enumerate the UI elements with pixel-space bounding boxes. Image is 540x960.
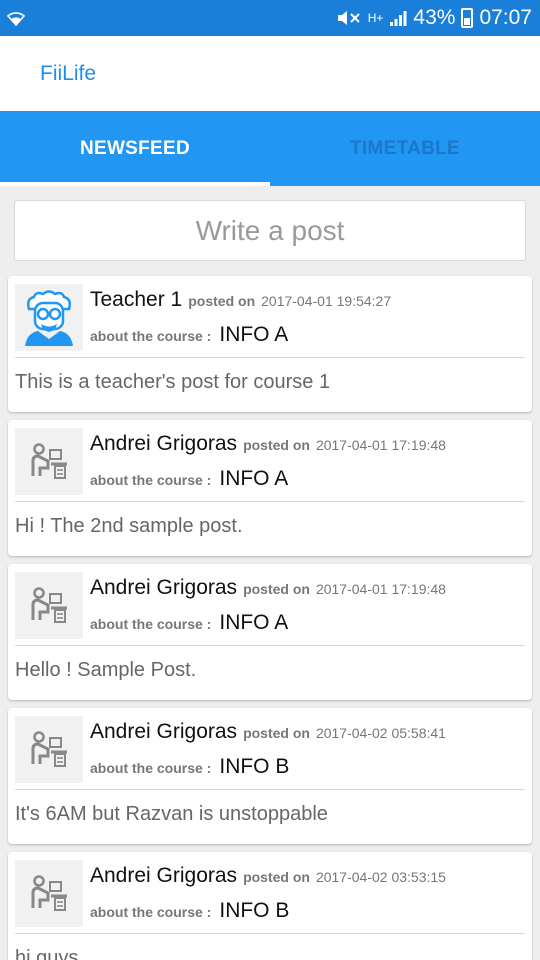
post-text: This is a teacher's post for course 1 xyxy=(15,371,331,393)
battery-icon xyxy=(461,8,474,28)
course-name: INFO A xyxy=(219,611,289,634)
student-avatar xyxy=(15,572,83,639)
tab-newsfeed[interactable]: NEWSFEED xyxy=(0,111,270,186)
course-name: INFO A xyxy=(219,323,289,346)
post-card[interactable]: Teacher 1 posted on 2017-04-01 19:54:27 ab… xyxy=(8,276,532,412)
student-desk-icon xyxy=(31,874,67,911)
student-avatar xyxy=(15,716,83,783)
wifi-icon xyxy=(6,12,26,27)
post-card[interactable]: Andrei Grigoras posted on 2017-04-01 17:19… xyxy=(8,420,532,556)
post-text: hi guys xyxy=(15,947,79,960)
student-desk-icon xyxy=(31,586,67,623)
course-label: about the course : xyxy=(90,616,212,632)
post-date: 2017-04-02 03:53:15 xyxy=(315,869,446,885)
student-avatar xyxy=(15,860,83,927)
app-title: FiiLife xyxy=(40,62,97,85)
posted-on-label: posted on xyxy=(188,293,256,309)
clock: 07:07 xyxy=(479,6,532,29)
posted-on-label: posted on xyxy=(243,869,310,885)
status-bar: H+ 43% 07:07 xyxy=(0,0,540,36)
course-name: INFO B xyxy=(219,755,290,778)
student-avatar xyxy=(15,428,83,495)
divider xyxy=(15,789,525,790)
divider xyxy=(15,501,525,502)
network-type: H+ xyxy=(367,11,384,25)
post-text: Hi ! The 2nd sample post. xyxy=(15,515,243,537)
tab-timetable[interactable]: TIMETABLE xyxy=(270,111,540,186)
post-date: 2017-04-01 17:19:48 xyxy=(315,581,446,597)
student-desk-icon xyxy=(31,730,67,767)
battery-percent: 43% xyxy=(413,6,456,29)
active-tab-indicator xyxy=(0,182,270,186)
author-name: Andrei Grigoras xyxy=(90,720,238,743)
tab-bar: NEWSFEED TIMETABLE xyxy=(0,111,540,186)
post-card[interactable]: Andrei Grigoras posted on 2017-04-02 03:53… xyxy=(8,852,532,960)
course-label: about the course : xyxy=(90,760,212,776)
author-name: Andrei Grigoras xyxy=(90,432,238,455)
author-name: Teacher 1 xyxy=(90,288,183,311)
signal-icon xyxy=(390,11,407,26)
post-date: 2017-04-01 19:54:27 xyxy=(261,293,392,309)
app-bar: FiiLife xyxy=(0,36,540,111)
divider xyxy=(15,933,525,934)
course-label: about the course : xyxy=(90,472,212,488)
post-date: 2017-04-02 05:58:41 xyxy=(315,725,446,741)
posted-on-label: posted on xyxy=(243,581,310,597)
author-name: Andrei Grigoras xyxy=(90,576,238,599)
posted-on-label: posted on xyxy=(243,437,310,453)
teacher-avatar xyxy=(15,284,83,351)
course-name: INFO A xyxy=(219,467,289,490)
course-label: about the course : xyxy=(90,904,212,920)
mute-icon xyxy=(337,11,360,25)
post-text: It's 6AM but Razvan is unstoppable xyxy=(15,803,328,825)
divider xyxy=(15,645,525,646)
post-date: 2017-04-01 17:19:48 xyxy=(315,437,446,453)
course-label: about the course : xyxy=(90,328,212,344)
author-name: Andrei Grigoras xyxy=(90,864,238,887)
write-post-input[interactable]: Write a post xyxy=(14,200,526,261)
divider xyxy=(15,357,525,358)
post-card[interactable]: Andrei Grigoras posted on 2017-04-01 17:19… xyxy=(8,564,532,700)
post-card[interactable]: Andrei Grigoras posted on 2017-04-02 05:58… xyxy=(8,708,532,844)
posted-on-label: posted on xyxy=(243,725,310,741)
course-name: INFO B xyxy=(219,899,290,922)
student-desk-icon xyxy=(31,442,67,479)
teacher-icon xyxy=(25,289,73,346)
post-text: Hello ! Sample Post. xyxy=(15,659,197,681)
